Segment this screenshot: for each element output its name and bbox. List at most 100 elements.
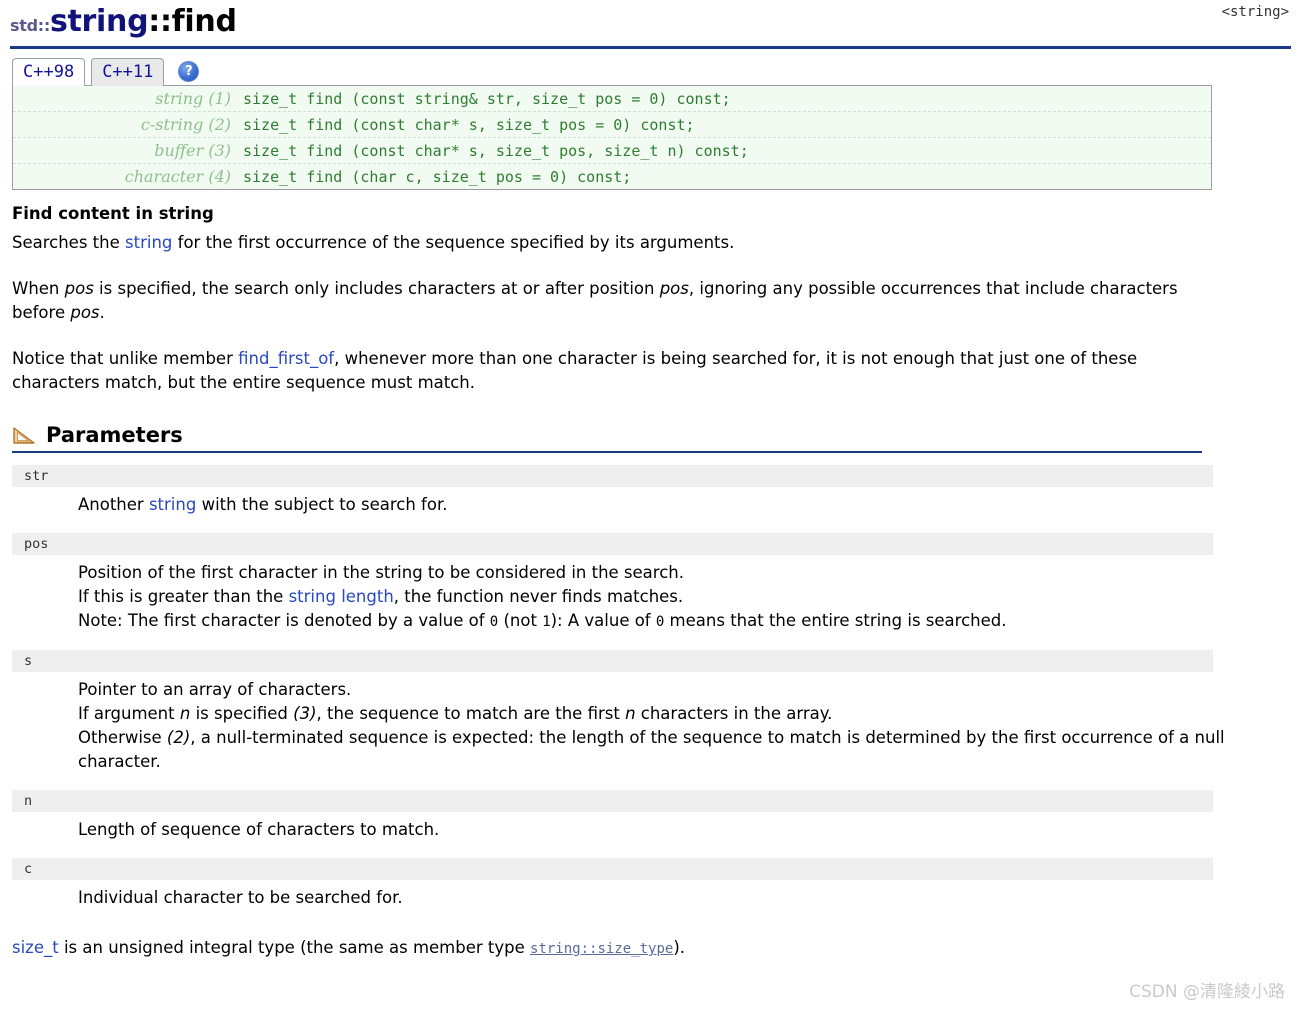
desc-p3-a: Notice that unlike member — [12, 349, 239, 368]
parameter-description: Individual character to be searched for. — [0, 880, 1278, 910]
signature-label: character (4) — [124, 167, 231, 186]
desc-p1-post: for the first occurrence of the sequence… — [172, 233, 735, 252]
text-fragment: is specified — [190, 704, 294, 723]
text-fragment: with the subject to search for. — [196, 495, 448, 514]
desc-p2-pos-3: pos — [70, 303, 100, 322]
parameters-heading: Parameters — [0, 423, 1301, 451]
description-section: Find content in string Searches the stri… — [0, 204, 1301, 395]
link-string-size-type[interactable]: string::size_type — [530, 941, 673, 957]
emphasis-n: n — [179, 704, 191, 723]
parameter-line: Note: The first character is denoted by … — [78, 609, 1278, 634]
signature-row: character (4) size_t find (char c, size_… — [13, 164, 1211, 189]
text-fragment: ): A value of — [550, 611, 656, 630]
parameters-title: Parameters — [46, 423, 183, 447]
parameter-name: str — [12, 465, 1213, 487]
desc-p2-d: . — [99, 303, 105, 322]
parameter-line: Otherwise (2), a null-terminated sequenc… — [78, 726, 1278, 774]
parameter-line: Length of sequence of characters to matc… — [78, 818, 1278, 842]
signature-label: string (1) — [155, 89, 231, 108]
text-fragment: Otherwise — [78, 728, 167, 747]
standard-version-tabs: C++98 C++11 ? — [0, 49, 1301, 86]
link-string[interactable]: string — [125, 233, 172, 252]
parameter-description: Position of the first character in the s… — [0, 555, 1278, 634]
link-string-length[interactable]: string length — [289, 587, 394, 606]
text-fragment: Individual character to be searched for. — [78, 888, 403, 907]
desc-p2-pos-1: pos — [64, 279, 94, 298]
parameter-line: If argument n is specified (3), the sequ… — [78, 702, 1278, 726]
parameter-list: str Another string with the subject to s… — [0, 465, 1301, 910]
parameter-entry-n: n Length of sequence of characters to ma… — [0, 790, 1301, 842]
title-class: string — [49, 4, 149, 39]
code-literal: 1 — [542, 614, 551, 630]
footnote-mid: is an unsigned integral type (the same a… — [58, 938, 531, 957]
text-fragment: Length of sequence of characters to matc… — [78, 820, 440, 839]
desc-p2-b: is specified, the search only includes c… — [93, 279, 660, 298]
text-fragment: characters in the array. — [635, 704, 833, 723]
description-paragraph-3: Notice that unlike member find_first_of,… — [12, 347, 1202, 395]
tab-cpp11[interactable]: C++11 — [91, 58, 165, 86]
title-separator: :: — [148, 4, 172, 39]
parameter-name: pos — [12, 533, 1213, 555]
parameter-description: Length of sequence of characters to matc… — [0, 812, 1278, 842]
parameter-name: s — [12, 650, 1213, 672]
title-function: find — [171, 4, 237, 39]
parameter-description: Another string with the subject to searc… — [0, 487, 1278, 517]
signature-label: buffer (3) — [154, 141, 231, 160]
text-fragment: Pointer to an array of characters. — [78, 680, 352, 699]
signature-row: c-string (2) size_t find (const char* s,… — [13, 112, 1211, 138]
footnote-end: ). — [673, 938, 685, 957]
signature-code: size_t find (char c, size_t pos = 0) con… — [243, 168, 632, 186]
desc-p1-pre: Searches the — [12, 233, 126, 252]
parameter-line: Pointer to an array of characters. — [78, 678, 1278, 702]
size-t-footnote: size_t is an unsigned integral type (the… — [0, 926, 1301, 961]
text-fragment: Note: The first character is denoted by … — [78, 611, 490, 630]
description-subheading: Find content in string — [12, 204, 214, 223]
parameter-name: c — [12, 858, 1213, 880]
title-namespace: std:: — [10, 16, 50, 35]
parameter-line: Individual character to be searched for. — [78, 886, 1278, 910]
signature-row: buffer (3) size_t find (const char* s, s… — [13, 138, 1211, 164]
parameter-line: Position of the first character in the s… — [78, 561, 1278, 585]
desc-p2-pos-2: pos — [659, 279, 689, 298]
link-find-first-of[interactable]: find_first_of — [238, 349, 334, 368]
text-fragment: Another — [78, 495, 149, 514]
description-paragraph-2: When pos is specified, the search only i… — [12, 277, 1202, 325]
parameters-divider — [12, 451, 1202, 453]
page-root: std::string::find <string> C++98 C++11 ?… — [0, 0, 1301, 1010]
parameter-entry-pos: pos Position of the first character in t… — [0, 533, 1301, 634]
parameter-entry-str: str Another string with the subject to s… — [0, 465, 1301, 517]
text-fragment: , a null-terminated sequence is expected… — [78, 728, 1225, 771]
text-fragment: Position of the first character in the s… — [78, 563, 684, 582]
code-literal: 0 — [489, 614, 499, 630]
parameter-entry-c: c Individual character to be searched fo… — [0, 858, 1301, 910]
text-fragment: (not — [498, 611, 543, 630]
desc-p2-a: When — [12, 279, 65, 298]
parameter-description: Pointer to an array of characters. If ar… — [0, 672, 1278, 774]
overload-ref-2: (2) — [166, 728, 191, 747]
parameter-entry-s: s Pointer to an array of characters. If … — [0, 650, 1301, 774]
text-fragment: means that the entire string is searched… — [664, 611, 1007, 630]
link-string[interactable]: string — [149, 495, 196, 514]
emphasis-n: n — [625, 704, 636, 723]
watermark: CSDN @清隆綾小路 — [1129, 982, 1285, 1002]
link-size-t[interactable]: size_t — [12, 938, 59, 957]
text-fragment: , the function never finds matches. — [393, 587, 684, 606]
overload-ref-3: (3) — [293, 704, 317, 723]
help-icon[interactable]: ? — [178, 61, 200, 82]
ruler-triangle-icon — [12, 425, 36, 445]
description-paragraph-1: Searches the string for the first occurr… — [12, 231, 1202, 255]
parameter-line: Another string with the subject to searc… — [78, 493, 1278, 517]
page-title: std::string::find — [10, 4, 1301, 44]
header-include: <string> — [1221, 4, 1289, 20]
text-fragment: If this is greater than the — [78, 587, 289, 606]
parameters-section: Parameters str Another string with the s… — [0, 423, 1301, 910]
text-fragment: , the sequence to match are the first — [316, 704, 626, 723]
signature-block: string (1) size_t find (const string& st… — [12, 85, 1212, 190]
page-header: std::string::find <string> — [0, 0, 1301, 44]
signature-code: size_t find (const string& str, size_t p… — [243, 90, 731, 108]
signature-code: size_t find (const char* s, size_t pos =… — [243, 116, 695, 134]
parameter-name: n — [12, 790, 1213, 812]
signature-code: size_t find (const char* s, size_t pos, … — [243, 142, 749, 160]
parameter-line: If this is greater than the string lengt… — [78, 585, 1278, 609]
tab-cpp98[interactable]: C++98 — [12, 58, 86, 86]
